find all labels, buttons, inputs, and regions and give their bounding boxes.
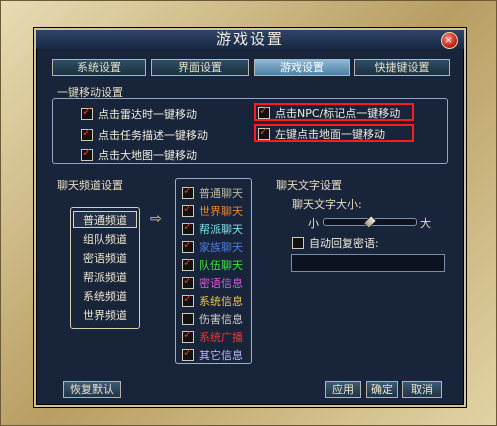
filter-label: 密语信息 [199, 277, 243, 290]
filter-label: 系统广播 [199, 331, 243, 344]
channel-world[interactable]: 世界频道 [73, 307, 137, 324]
chat-text-title: 聊天文字设置 [276, 179, 342, 192]
option-bigmap-move[interactable]: 点击大地图一键移动 [81, 146, 197, 162]
filter-normal-chat[interactable]: 普通聊天 [182, 184, 243, 200]
tab-hotkey-settings[interactable]: 快捷键设置 [354, 59, 450, 76]
filter-label: 世界聊天 [199, 205, 243, 218]
channel-whisper[interactable]: 密语频道 [73, 250, 137, 267]
dialog-title-bar[interactable]: 游戏设置 × [36, 30, 464, 49]
window-frame: 游戏设置 × 系统设置 界面设置 游戏设置 快捷键设置 一键移动设置 点击雷达时… [0, 0, 497, 426]
checkbox-icon [182, 274, 194, 289]
option-label: 点击任务描述一键移动 [98, 129, 208, 142]
option-quest-move[interactable]: 点击任务描述一键移动 [81, 126, 208, 142]
tab-interface-settings[interactable]: 界面设置 [151, 59, 249, 76]
auto-reply-label: 自动回复密语: [309, 237, 379, 250]
checkbox-icon [81, 126, 93, 141]
restore-default-button[interactable]: 恢复默认 [63, 381, 121, 398]
channel-normal[interactable]: 普通频道 [73, 211, 137, 228]
ok-button[interactable]: 确定 [366, 381, 398, 398]
channel-list: 普通频道 组队频道 密语频道 帮派频道 系统频道 世界频道 [70, 207, 140, 329]
option-label: 点击雷达时一键移动 [98, 108, 197, 121]
chat-channel-title: 聊天频道设置 [57, 179, 123, 192]
dialog-title: 游戏设置 [215, 30, 284, 48]
checkbox-icon [182, 220, 194, 235]
size-large-label: 大 [420, 217, 431, 230]
checkbox-icon [182, 238, 194, 253]
option-radar-move[interactable]: 点击雷达时一键移动 [81, 105, 197, 121]
checkbox-icon [182, 292, 194, 307]
settings-dialog: 游戏设置 × 系统设置 界面设置 游戏设置 快捷键设置 一键移动设置 点击雷达时… [34, 28, 466, 407]
checkbox-icon [182, 313, 194, 325]
text-size-slider[interactable] [323, 215, 417, 229]
option-npc-move[interactable]: 点击NPC/标记点一键移动 [258, 104, 401, 120]
apply-button[interactable]: 应用 [325, 381, 361, 398]
checkbox-icon [81, 105, 93, 120]
filter-guild-chat[interactable]: 帮派聊天 [182, 220, 243, 236]
checkbox-icon [182, 184, 194, 199]
filter-system-info[interactable]: 系统信息 [182, 292, 243, 308]
filter-label: 伤害信息 [199, 313, 243, 326]
filter-whisper-info[interactable]: 密语信息 [182, 274, 243, 290]
tab-bar: 系统设置 界面设置 游戏设置 快捷键设置 [52, 59, 450, 76]
checkbox-icon [81, 146, 93, 161]
filter-label: 其它信息 [199, 349, 243, 362]
close-button[interactable]: × [441, 32, 458, 49]
checkbox-icon [258, 125, 270, 140]
checkbox-icon [182, 346, 194, 361]
auto-reply-option[interactable]: 自动回复密语: [292, 235, 379, 250]
channel-guild[interactable]: 帮派频道 [73, 269, 137, 286]
size-small-label: 小 [308, 217, 319, 230]
filter-other-info[interactable]: 其它信息 [182, 346, 243, 362]
checkbox-icon [182, 202, 194, 217]
arrow-right-icon: ⇨ [150, 211, 162, 227]
checkbox-icon [292, 237, 304, 249]
message-filter-list: 普通聊天 世界聊天 帮派聊天 家族聊天 队伍聊天 密语信息 系统信息 伤害信息 … [175, 178, 252, 364]
channel-team[interactable]: 组队频道 [73, 231, 137, 248]
move-options-panel: 点击雷达时一键移动 点击任务描述一键移动 点击大地图一键移动 点击NPC/标记点… [52, 98, 448, 164]
filter-world-chat[interactable]: 世界聊天 [182, 202, 243, 218]
filter-label: 系统信息 [199, 295, 243, 308]
filter-team-chat[interactable]: 队伍聊天 [182, 256, 243, 272]
close-icon: × [444, 35, 455, 46]
option-label: 点击NPC/标记点一键移动 [275, 107, 401, 120]
filter-system-broadcast[interactable]: 系统广播 [182, 328, 243, 344]
checkbox-icon [182, 328, 194, 343]
checkbox-icon [182, 256, 194, 271]
channel-system[interactable]: 系统频道 [73, 288, 137, 305]
filter-label: 普通聊天 [199, 187, 243, 200]
option-ground-move[interactable]: 左键点击地面一键移动 [258, 125, 385, 141]
cancel-button[interactable]: 取消 [402, 381, 442, 398]
filter-label: 家族聊天 [199, 241, 243, 254]
filter-label: 队伍聊天 [199, 259, 243, 272]
tab-system-settings[interactable]: 系统设置 [52, 59, 146, 76]
chat-text-size-label: 聊天文字大小: [292, 198, 362, 211]
option-label: 左键点击地面一键移动 [275, 128, 385, 141]
filter-damage-info[interactable]: 伤害信息 [182, 311, 243, 326]
slider-thumb[interactable] [363, 215, 377, 229]
filter-label: 帮派聊天 [199, 223, 243, 236]
checkbox-icon [258, 104, 270, 119]
tab-game-settings[interactable]: 游戏设置 [254, 59, 350, 76]
filter-family-chat[interactable]: 家族聊天 [182, 238, 243, 254]
auto-reply-input[interactable] [291, 254, 445, 272]
option-label: 点击大地图一键移动 [98, 149, 197, 162]
